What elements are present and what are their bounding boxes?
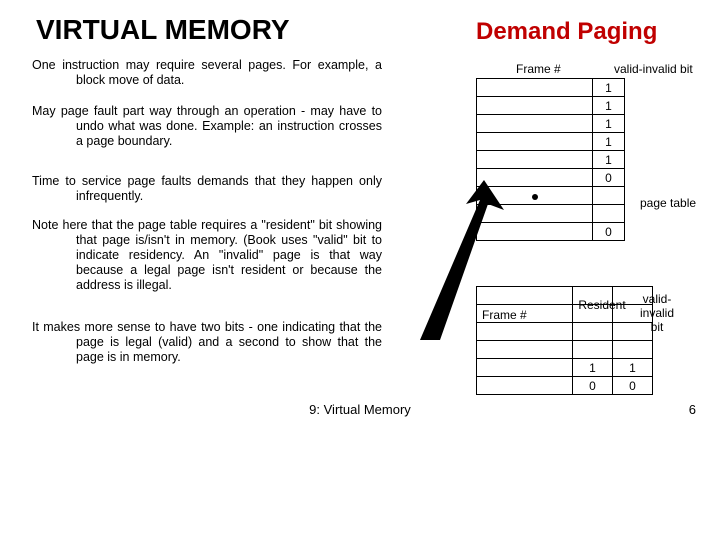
footer-title: 9: Virtual Memory (0, 402, 720, 417)
paragraph-5: It makes more sense to have two bits - o… (32, 320, 382, 365)
footer-page-number: 6 (689, 402, 696, 417)
page-table-2: 11 00 (476, 286, 653, 395)
diagram-area: Frame # valid-invalid bit page table 1 1… (440, 56, 700, 386)
paragraph-2: May page fault part way through an opera… (32, 104, 382, 149)
label-valid-invalid-1: valid-invalid bit (614, 62, 693, 76)
page-table-1: 1 1 1 1 1 0 0 (476, 78, 625, 241)
paragraph-1: One instruction may require several page… (32, 58, 382, 88)
label-page-table: page table (640, 196, 696, 210)
page-title-right: Demand Paging (476, 18, 657, 46)
page-title-left: VIRTUAL MEMORY (36, 14, 290, 46)
ellipsis-dot-icon (532, 194, 538, 200)
paragraph-3: Time to service page faults demands that… (32, 174, 382, 204)
paragraph-4: Note here that the page table requires a… (32, 218, 382, 293)
label-frame-1: Frame # (516, 62, 561, 76)
